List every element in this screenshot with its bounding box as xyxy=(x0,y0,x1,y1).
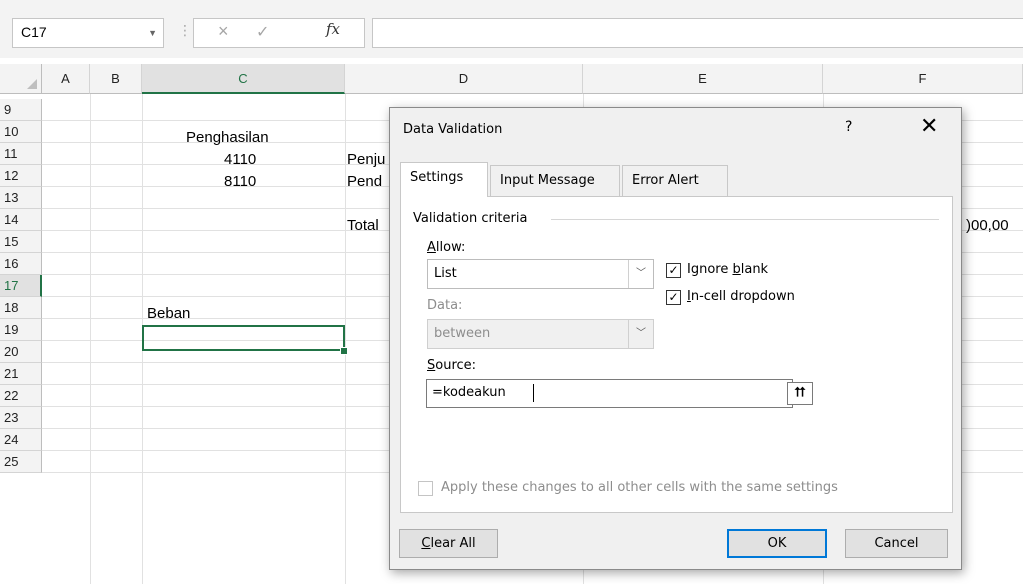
row-header-12[interactable]: 12 xyxy=(0,165,42,187)
section-divider xyxy=(551,219,939,220)
select-all-corner[interactable] xyxy=(0,64,42,94)
name-box-value: C17 xyxy=(21,24,47,40)
ignore-blank-label: Ignore blank xyxy=(687,262,768,277)
row-header-11[interactable]: 11 xyxy=(0,143,42,165)
settings-panel: Validation criteria Allow: List ﹀ Data: … xyxy=(400,196,953,513)
row-header-19[interactable]: 19 xyxy=(0,319,42,341)
source-label: Source: xyxy=(427,358,476,373)
apply-all-label: Apply these changes to all other cells w… xyxy=(441,480,838,495)
allow-label-accesskey: A xyxy=(427,240,436,255)
grip-separator-icon: ⋮ xyxy=(178,22,192,38)
row-header-10[interactable]: 10 xyxy=(0,121,42,143)
tab-settings[interactable]: Settings xyxy=(400,162,488,197)
chevron-down-icon[interactable]: ﹀ xyxy=(628,260,653,288)
ignore-blank-text-end: lank xyxy=(740,262,769,277)
source-label-text: ource: xyxy=(435,358,477,373)
select-all-triangle-icon xyxy=(27,79,37,89)
allow-label: Allow: xyxy=(427,240,465,255)
column-header-d[interactable]: D xyxy=(345,64,583,94)
validation-criteria-label: Validation criteria xyxy=(413,211,534,226)
in-cell-dropdown-checkbox[interactable]: ✓ xyxy=(666,290,681,305)
row-header-9[interactable]: 9 xyxy=(0,99,42,121)
in-cell-dropdown-label: In-cell dropdown xyxy=(687,289,795,304)
chevron-down-icon[interactable]: ▼ xyxy=(148,28,157,38)
source-value: =kodeakun xyxy=(432,385,506,400)
column-header-a[interactable]: A xyxy=(42,64,90,94)
formula-bar-area: C17 ▼ ⋮ × ✓ fx xyxy=(0,0,1023,58)
ignore-blank-text: Ignore xyxy=(687,262,733,277)
text-caret xyxy=(533,384,534,402)
cancel-edit-icon[interactable]: × xyxy=(218,21,229,42)
cell-f14[interactable]: )00,00 xyxy=(966,217,1009,234)
tab-error-alert[interactable]: Error Alert xyxy=(622,165,728,196)
cell-d12[interactable]: Pend xyxy=(347,173,382,190)
data-label: Data: xyxy=(427,298,463,313)
in-cell-dropdown-text: n-cell dropdown xyxy=(690,289,795,304)
checkmark-icon: ✓ xyxy=(668,290,679,304)
source-input[interactable]: =kodeakun xyxy=(426,379,793,408)
gridline xyxy=(90,94,91,584)
insert-function-icon[interactable]: fx xyxy=(326,20,340,38)
ignore-blank-accesskey: b xyxy=(732,262,741,277)
fill-handle[interactable] xyxy=(340,347,348,355)
row-header-20[interactable]: 20 xyxy=(0,341,42,363)
cell-c11[interactable]: 4110 xyxy=(224,151,256,168)
column-header-c[interactable]: C xyxy=(142,64,345,94)
chevron-down-icon[interactable]: ﹀ xyxy=(628,320,653,348)
dialog-title: Data Validation xyxy=(403,122,503,137)
row-header-15[interactable]: 15 xyxy=(0,231,42,253)
cell-c16[interactable]: Beban xyxy=(147,305,190,322)
row-header-21[interactable]: 21 xyxy=(0,363,42,385)
gridline xyxy=(345,94,346,584)
close-icon[interactable]: ✕ xyxy=(920,115,938,139)
row-header-16[interactable]: 16 xyxy=(0,253,42,275)
cell-d14[interactable]: Total xyxy=(347,217,379,234)
column-header-e[interactable]: E xyxy=(583,64,823,94)
tab-input-message[interactable]: Input Message xyxy=(490,165,620,196)
help-icon[interactable]: ? xyxy=(845,119,852,135)
ignore-blank-checkbox[interactable]: ✓ xyxy=(666,263,681,278)
formula-input[interactable] xyxy=(372,18,1023,48)
row-header-23[interactable]: 23 xyxy=(0,407,42,429)
row-header-17[interactable]: 17 xyxy=(0,275,42,297)
row-header-18[interactable]: 18 xyxy=(0,297,42,319)
name-box[interactable]: C17 ▼ xyxy=(12,18,164,48)
row-header-14[interactable]: 14 xyxy=(0,209,42,231)
row-header-13[interactable]: 13 xyxy=(0,187,42,209)
column-header-f[interactable]: F xyxy=(823,64,1023,94)
cancel-button[interactable]: Cancel xyxy=(845,529,948,558)
selected-cell-c17[interactable] xyxy=(142,325,345,351)
row-header-25[interactable]: 25 xyxy=(0,451,42,473)
clear-all-button[interactable]: Clear All xyxy=(399,529,498,558)
column-header-b[interactable]: B xyxy=(90,64,142,94)
enter-edit-icon[interactable]: ✓ xyxy=(256,22,269,42)
data-value: between xyxy=(434,326,491,341)
allow-select[interactable]: List ﹀ xyxy=(427,259,654,289)
row-header-22[interactable]: 22 xyxy=(0,385,42,407)
row-header-24[interactable]: 24 xyxy=(0,429,42,451)
cell-d11[interactable]: Penju xyxy=(347,151,385,168)
clear-all-label: lear All xyxy=(430,536,476,551)
data-select[interactable]: between ﹀ xyxy=(427,319,654,349)
data-validation-dialog: Data Validation ? ✕ Settings Input Messa… xyxy=(389,107,962,570)
cell-c12[interactable]: 8110 xyxy=(224,173,256,190)
ok-button[interactable]: OK xyxy=(727,529,827,558)
checkmark-icon: ✓ xyxy=(668,263,679,277)
apply-all-checkbox[interactable] xyxy=(418,481,433,496)
allow-label-text: llow: xyxy=(435,240,466,255)
collapse-dialog-icon[interactable]: ⮅ xyxy=(787,382,813,405)
allow-value: List xyxy=(434,266,457,281)
cell-c10[interactable]: Penghasilan xyxy=(186,129,269,146)
